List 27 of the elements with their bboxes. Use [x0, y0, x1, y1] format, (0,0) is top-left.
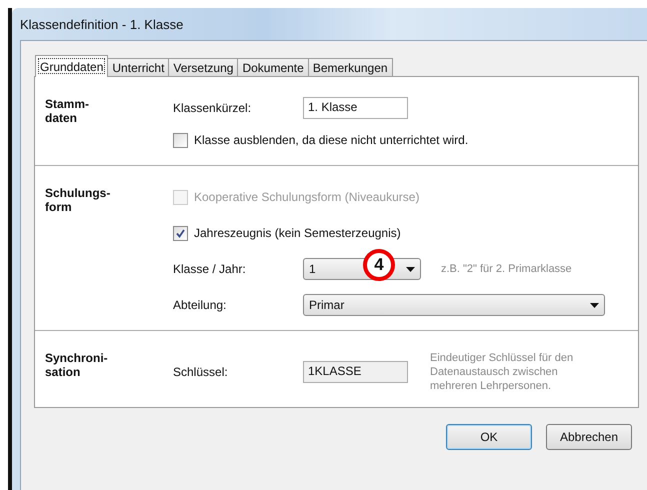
hint-text: Eindeutiger Schlüssel für den Datenaustausch zwischen mehreren Lehrpersonen. [430, 351, 574, 393]
field-label: Klassenkürzel: [173, 101, 252, 115]
dialog-button[interactable]: Abbrechen [546, 424, 632, 450]
callout-tooltip: 4 [363, 249, 395, 281]
tab[interactable]: Grunddaten [35, 55, 108, 77]
section-heading: Schulungs- form [45, 186, 112, 216]
input-field[interactable]: 1. Klasse [303, 97, 408, 119]
field-label: Schlüssel: [173, 365, 229, 379]
dropdown[interactable]: Primar [303, 294, 605, 316]
checkbox[interactable] [173, 132, 188, 148]
tab[interactable]: Dokumente [237, 58, 309, 77]
checkbox[interactable] [173, 226, 188, 240]
hint-text: z.B. "2" für 2. Primarklasse [441, 263, 572, 275]
window-title: Klassendefinition - 1. Klasse [20, 16, 184, 32]
checkbox-label: Jahreszeugnis (kein Semesterzeugnis) [194, 226, 401, 240]
caret-icon [590, 302, 599, 308]
field-label: Klasse / Jahr: [173, 262, 247, 276]
checkbox-label: Klasse ausblenden, da diese nicht unterrichtet wird. [194, 133, 468, 147]
tab[interactable]: Versetzung [168, 58, 238, 77]
checkbox-label: Kooperative Schulungsform (Niveaukurse) [194, 190, 420, 204]
caret-icon [406, 266, 415, 272]
tab[interactable]: Unterricht [107, 58, 170, 77]
section-heading: Stamm- daten [45, 97, 90, 127]
tab[interactable]: Bemerkungen [308, 58, 393, 77]
field-label: Abteilung: [173, 298, 228, 312]
dialog-button[interactable]: OK [446, 424, 532, 450]
section-heading: Synchroni- sation [45, 351, 109, 381]
